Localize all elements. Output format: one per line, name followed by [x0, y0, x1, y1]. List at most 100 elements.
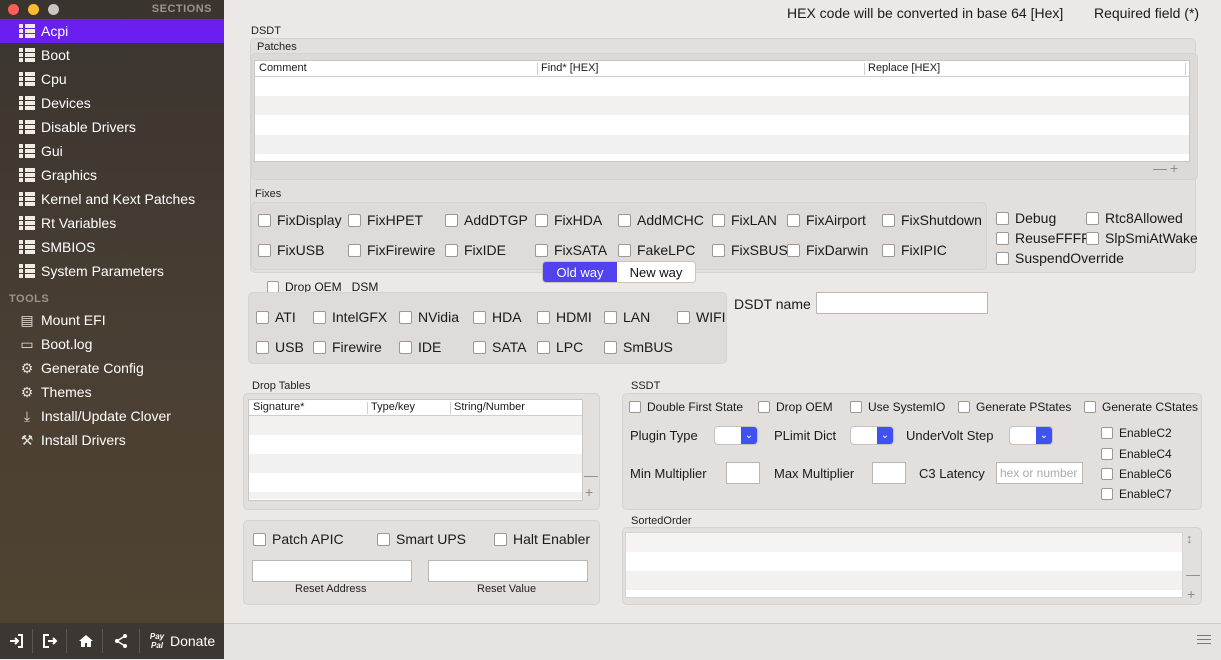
- generate-pstates-checkbox[interactable]: Generate PStates: [958, 400, 1071, 414]
- debug-checkbox[interactable]: Debug: [996, 210, 1056, 226]
- halt-enabler-checkbox[interactable]: Halt Enabler: [494, 531, 590, 547]
- sidebar-item-cpu[interactable]: Cpu: [0, 67, 224, 91]
- intelgfx-checkbox[interactable]: IntelGFX: [313, 309, 387, 325]
- remove-sorted-button[interactable]: —: [1186, 566, 1200, 582]
- patch-apic-checkbox[interactable]: Patch APIC: [253, 531, 344, 547]
- col-string-number[interactable]: String/Number: [454, 401, 525, 413]
- hda-checkbox[interactable]: HDA: [473, 309, 522, 325]
- fixipic-checkbox[interactable]: FixIPIC: [882, 242, 947, 258]
- add-patch-button[interactable]: +: [1170, 160, 1178, 176]
- suspendoverride-checkbox[interactable]: SuspendOverride: [996, 250, 1124, 266]
- plimit-popup[interactable]: ⌄: [850, 426, 894, 445]
- sidebar-item-boot-log[interactable]: ▭ Boot.log: [0, 332, 224, 356]
- fixfirewire-checkbox[interactable]: FixFirewire: [348, 242, 435, 258]
- patches-table[interactable]: Comment Find* [HEX] Replace [HEX]: [254, 60, 1190, 162]
- addmchc-checkbox[interactable]: AddMCHC: [618, 212, 704, 228]
- rtc8allowed-checkbox[interactable]: Rtc8Allowed: [1086, 210, 1183, 226]
- enablec6-checkbox[interactable]: EnableC6: [1101, 467, 1172, 481]
- sidebar-item-generate-config[interactable]: ⚙ Generate Config: [0, 356, 224, 380]
- drop-tables-table[interactable]: Signature* Type/key String/Number: [248, 399, 583, 501]
- sidebar-item-install-update-clover[interactable]: ⤓ Install/Update Clover: [0, 404, 224, 428]
- undervolt-popup[interactable]: ⌄: [1009, 426, 1053, 445]
- export-icon[interactable]: [40, 631, 60, 651]
- sidebar-item-graphics[interactable]: Graphics: [0, 163, 224, 187]
- nvidia-checkbox[interactable]: NVidia: [399, 309, 459, 325]
- generate-cstates-checkbox[interactable]: Generate CStates: [1084, 400, 1198, 414]
- donate-button[interactable]: Donate: [170, 631, 215, 651]
- plugin-type-popup[interactable]: ⌄: [714, 426, 758, 445]
- sidebar-item-devices[interactable]: Devices: [0, 91, 224, 115]
- use-systemio-checkbox[interactable]: Use SystemIO: [850, 400, 945, 414]
- sidebar-item-themes[interactable]: ⚙ Themes: [0, 380, 224, 404]
- sidebar-item-disable-drivers[interactable]: Disable Drivers: [0, 115, 224, 139]
- old-way-segment[interactable]: Old way: [543, 262, 617, 282]
- adddtgp-checkbox[interactable]: AddDTGP: [445, 212, 528, 228]
- menu-lines-icon[interactable]: [1197, 635, 1211, 644]
- reset-value-input[interactable]: [428, 560, 588, 582]
- reset-address-input[interactable]: [252, 560, 412, 582]
- sorted-order-list[interactable]: [625, 532, 1183, 598]
- sidebar-item-acpi[interactable]: Acpi: [0, 19, 224, 43]
- sidebar-item-smbios[interactable]: SMBIOS: [0, 235, 224, 259]
- col-signature[interactable]: Signature*: [253, 401, 304, 413]
- double-first-state-checkbox[interactable]: Double First State: [629, 400, 743, 414]
- enablec2-checkbox[interactable]: EnableC2: [1101, 426, 1172, 440]
- zoom-window-button[interactable]: [48, 4, 59, 15]
- sidebar-item-system-parameters[interactable]: System Parameters: [0, 259, 224, 283]
- home-icon[interactable]: [76, 631, 96, 651]
- usb-checkbox[interactable]: USB: [256, 339, 304, 355]
- smart-ups-checkbox[interactable]: Smart UPS: [377, 531, 466, 547]
- ide-checkbox[interactable]: IDE: [399, 339, 441, 355]
- wifi-checkbox[interactable]: WIFI: [677, 309, 726, 325]
- sidebar-item-kernel-and-kext-patches[interactable]: Kernel and Kext Patches: [0, 187, 224, 211]
- fixdisplay-checkbox[interactable]: FixDisplay: [258, 212, 342, 228]
- fixlan-checkbox[interactable]: FixLAN: [712, 212, 777, 228]
- minimize-window-button[interactable]: [28, 4, 39, 15]
- max-multiplier-input[interactable]: [872, 462, 906, 484]
- share-icon[interactable]: [111, 631, 131, 651]
- close-window-button[interactable]: [8, 4, 19, 15]
- new-way-segment[interactable]: New way: [617, 262, 695, 282]
- fixdarwin-checkbox[interactable]: FixDarwin: [787, 242, 868, 258]
- fixairport-checkbox[interactable]: FixAirport: [787, 212, 866, 228]
- sidebar-item-install-drivers[interactable]: ⚒ Install Drivers: [0, 428, 224, 452]
- fixsbus-checkbox[interactable]: FixSBUS: [712, 242, 788, 258]
- fakelpc-checkbox[interactable]: FakeLPC: [618, 242, 695, 258]
- fixsata-checkbox[interactable]: FixSATA: [535, 242, 607, 258]
- firewire-checkbox[interactable]: Firewire: [313, 339, 382, 355]
- sidebar-item-boot[interactable]: Boot: [0, 43, 224, 67]
- add-drop-table-button[interactable]: +: [585, 484, 593, 500]
- col-replace[interactable]: Replace [HEX]: [868, 62, 940, 74]
- col-find[interactable]: Find* [HEX]: [541, 62, 598, 74]
- min-multiplier-input[interactable]: [726, 462, 760, 484]
- enablec7-checkbox[interactable]: EnableC7: [1101, 487, 1172, 501]
- drop-oem-checkbox[interactable]: Drop OEM: [758, 400, 833, 414]
- remove-patch-button[interactable]: —: [1153, 160, 1167, 176]
- fixhda-checkbox[interactable]: FixHDA: [535, 212, 602, 228]
- fixshutdown-checkbox[interactable]: FixShutdown: [882, 212, 982, 228]
- fixide-checkbox[interactable]: FixIDE: [445, 242, 506, 258]
- import-icon[interactable]: [6, 631, 26, 651]
- lan-checkbox[interactable]: LAN: [604, 309, 650, 325]
- smbus-checkbox[interactable]: SmBUS: [604, 339, 673, 355]
- remove-drop-table-button[interactable]: —: [584, 467, 598, 483]
- slpsmiatwake-checkbox[interactable]: SlpSmiAtWake: [1086, 230, 1198, 246]
- c3-latency-input[interactable]: [996, 462, 1083, 484]
- fixhpet-checkbox[interactable]: FixHPET: [348, 212, 423, 228]
- sort-icon[interactable]: ↕: [1186, 531, 1193, 546]
- enablec4-checkbox[interactable]: EnableC4: [1101, 447, 1172, 461]
- hdmi-checkbox[interactable]: HDMI: [537, 309, 592, 325]
- sidebar-item-mount-efi[interactable]: ▤ Mount EFI: [0, 308, 224, 332]
- reuseffff-checkbox[interactable]: ReuseFFFF: [996, 230, 1090, 246]
- sata-checkbox[interactable]: SATA: [473, 339, 527, 355]
- ati-checkbox[interactable]: ATI: [256, 309, 296, 325]
- col-comment[interactable]: Comment: [259, 62, 307, 74]
- fixusb-checkbox[interactable]: FixUSB: [258, 242, 324, 258]
- col-type-key[interactable]: Type/key: [371, 401, 415, 413]
- dsdt-name-input[interactable]: [816, 292, 988, 314]
- add-sorted-button[interactable]: +: [1187, 586, 1195, 602]
- sidebar-item-gui[interactable]: Gui: [0, 139, 224, 163]
- lpc-checkbox[interactable]: LPC: [537, 339, 583, 355]
- fix-mode-segmented-control[interactable]: Old way New way: [542, 261, 696, 283]
- sidebar-item-rt-variables[interactable]: Rt Variables: [0, 211, 224, 235]
